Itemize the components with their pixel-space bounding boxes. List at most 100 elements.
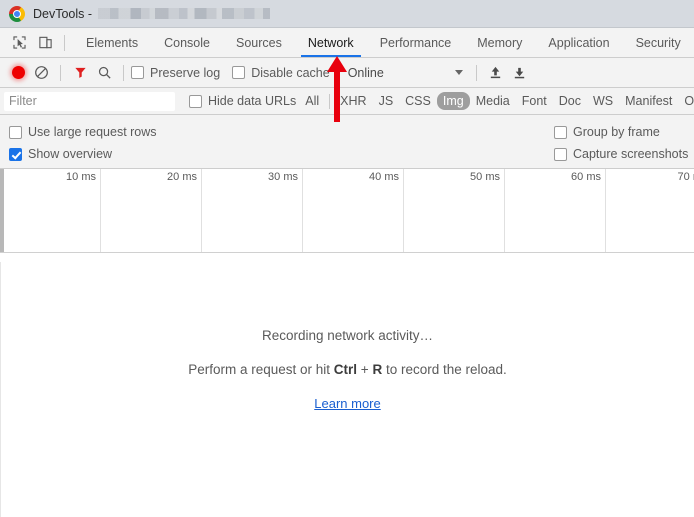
panel-tabs: Elements Console Sources Network Perform… [73,28,694,57]
timeline-tick-label: 30 ms [268,171,298,183]
toolbar-divider-3 [336,64,338,81]
filter-type-ws[interactable]: WS [587,92,619,110]
filter-type-js[interactable]: JS [373,92,400,110]
checkbox-box [189,94,202,108]
show-overview-checkbox[interactable]: Show overview [9,147,112,161]
settings-left-column: Use large request rows Show overview [9,121,157,165]
tab-sources[interactable]: Sources [223,28,295,57]
filter-type-manifest[interactable]: Manifest [619,92,678,110]
redacted-url [97,7,270,19]
tab-label: Security [635,35,681,50]
timeline-tick-label: 50 ms [470,171,500,183]
record-button-icon[interactable] [7,62,29,84]
toolbar-divider [60,64,61,81]
tab-label: Memory [477,35,523,50]
large-rows-label: Use large request rows [28,125,157,139]
resource-type-filters: All XHR JS CSS Img Media Font Doc WS Man… [299,92,694,110]
search-icon[interactable] [92,62,116,84]
timeline-tick-label: 60 ms [571,171,601,183]
capture-screenshots-label: Capture screenshots [573,147,689,161]
filter-type-img[interactable]: Img [436,92,470,110]
hint-suffix: to record the reload. [382,362,507,377]
tab-application[interactable]: Application [535,28,622,57]
tab-label: Console [164,35,210,50]
device-toolbar-icon[interactable] [32,31,58,55]
group-by-frame-label: Group by frame [573,125,660,139]
tab-label: Sources [235,35,282,50]
timeline-tick: 40 ms [303,169,404,252]
checkbox-box [554,125,567,139]
timeline-tick: 60 ms [505,169,606,252]
tabbar: Elements Console Sources Network Perform… [0,28,694,58]
tab-label: Network [307,35,354,50]
show-overview-label: Show overview [28,147,113,161]
timeline-tick: 70 m [606,169,694,252]
chevron-down-icon [454,70,463,75]
group-by-frame-checkbox[interactable]: Group by frame [554,125,660,139]
filter-input[interactable] [4,91,175,111]
preserve-log-checkbox[interactable]: Preserve log [131,66,220,80]
tab-console[interactable]: Console [151,28,223,57]
window-title: DevTools - [33,7,270,21]
tab-elements[interactable]: Elements [73,28,151,57]
tab-label: Performance [379,35,452,50]
timeline-tick: 50 ms [404,169,505,252]
inspect-element-icon[interactable] [6,31,32,55]
hide-data-urls-checkbox[interactable]: Hide data URLs [189,94,296,108]
throttling-value: Online [347,65,384,80]
tab-network[interactable]: Network [295,28,367,57]
filter-type-divider [329,93,331,109]
filter-type-doc[interactable]: Doc [553,92,587,110]
checkbox-box [131,66,144,79]
filter-type-css[interactable]: CSS [399,92,437,110]
import-har-icon[interactable] [484,62,508,84]
settings-right-column: Group by frame Capture screenshots [554,121,688,165]
tabbar-divider [64,34,65,51]
capture-screenshots-checkbox[interactable]: Capture screenshots [554,147,688,161]
large-rows-checkbox[interactable]: Use large request rows [9,125,157,139]
throttling-dropdown[interactable]: Online [345,62,469,84]
tab-label: Elements [86,35,139,50]
hint-plus: + [357,362,373,377]
recording-message: Recording network activity… [261,328,434,343]
tab-memory[interactable]: Memory [464,28,535,57]
network-settings: Use large request rows Show overview Gro… [0,115,694,169]
tab-security[interactable]: Security [623,28,694,57]
timeline-tick: 30 ms [202,169,303,252]
hint-key-ctrl: Ctrl [333,362,358,377]
timeline-tick-label: 10 ms [66,171,96,183]
filter-funnel-icon[interactable] [68,62,92,84]
export-har-icon[interactable] [508,62,532,84]
timeline-tick-label: 20 ms [167,171,197,183]
filter-type-media[interactable]: Media [470,92,516,110]
record-hint-message: Perform a request or hit Ctrl + R to rec… [188,362,507,377]
toolbar-divider-4 [475,64,477,81]
filter-bar: Hide data URLs All XHR JS CSS Img Media … [0,88,694,115]
tab-label: Application [548,35,610,50]
network-empty-state: Recording network activity… Perform a re… [0,262,694,517]
toolbar-divider-2 [123,64,124,81]
filter-type-xhr[interactable]: XHR [334,92,372,110]
hint-key-r: R [372,362,383,377]
chrome-logo-icon [9,5,25,22]
network-toolbar: Preserve log Disable cache Online [0,58,694,88]
filter-type-other[interactable]: O [678,92,694,110]
filter-type-all[interactable]: All [299,92,325,110]
titlebar: DevTools - [0,0,694,28]
checkbox-box [554,147,567,161]
filter-type-font[interactable]: Font [516,92,553,110]
hide-data-urls-label: Hide data URLs [208,94,297,108]
timeline-tick-label: 70 m [677,171,694,183]
preserve-log-label: Preserve log [150,65,221,80]
learn-more-link[interactable]: Learn more [314,396,380,411]
clear-icon[interactable] [29,62,53,84]
tab-performance[interactable]: Performance [367,28,465,57]
hint-prefix: Perform a request or hit [188,362,334,377]
window-title-text: DevTools - [33,6,96,21]
disable-cache-label: Disable cache [251,65,330,80]
timeline-tick-label: 40 ms [369,171,399,183]
checkbox-box [9,147,22,161]
network-overview[interactable]: 10 ms 20 ms 30 ms 40 ms 50 ms 60 ms 70 m [0,169,694,253]
checkbox-box [9,125,22,139]
disable-cache-checkbox[interactable]: Disable cache [232,66,330,80]
